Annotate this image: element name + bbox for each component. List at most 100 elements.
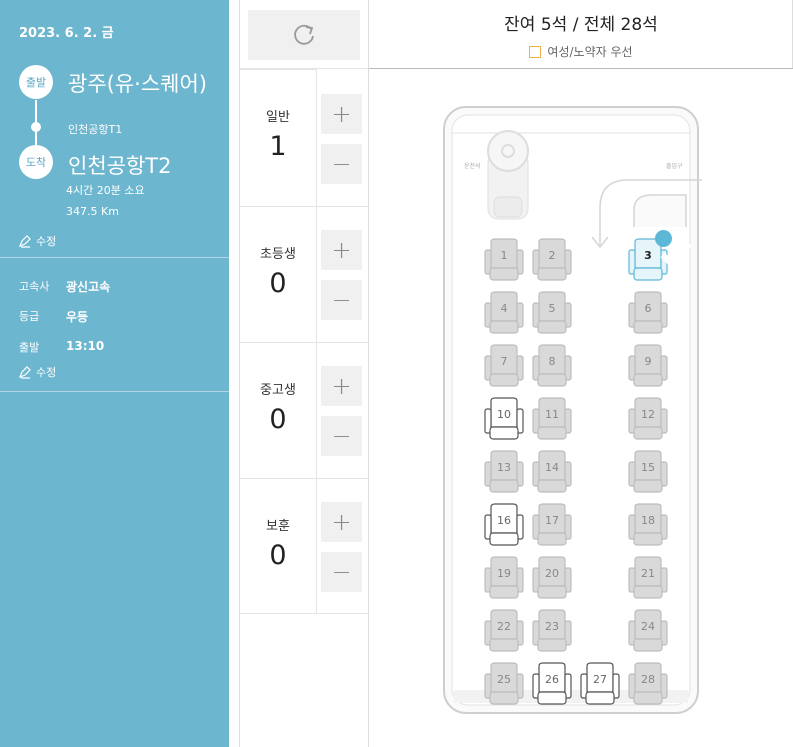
column-divider: [316, 68, 317, 613]
refresh-button[interactable]: [248, 10, 360, 60]
trip-sidebar: 2023. 6. 2. 금 출발 광주(유·스퀘어) 인천공항T1 도착 인천공…: [0, 0, 229, 747]
seat-2: 2: [531, 238, 573, 284]
column-divider: [368, 0, 369, 747]
company-label: 고속사: [19, 280, 50, 293]
elementary-plus-button[interactable]: +: [321, 230, 362, 270]
time-row: 출발 13:10: [19, 339, 104, 355]
seat-25: 25: [483, 662, 525, 708]
seat-18: 18: [627, 503, 669, 549]
row-divider: [316, 478, 368, 479]
trip-duration: 4시간 20분 소요: [66, 184, 145, 197]
seat-11: 11: [531, 397, 573, 443]
row-divider: [316, 613, 368, 614]
sidebar-divider: [0, 257, 229, 258]
seat-number: 18: [641, 514, 655, 527]
header-divider: [369, 68, 793, 69]
general-minus-button[interactable]: −: [321, 144, 362, 184]
seat-number: 28: [641, 673, 655, 686]
passenger-type-label: 일반: [266, 110, 290, 125]
seat-number: 23: [545, 620, 559, 633]
seat-number: 10: [497, 408, 511, 421]
seat-summary: 잔여 5석 / 전체 28석: [504, 15, 658, 35]
seat-number: 14: [545, 461, 559, 474]
seat-1: 1: [483, 238, 525, 284]
seat-27[interactable]: 27: [579, 662, 621, 708]
company-value: 광신고속: [66, 280, 111, 294]
seat-4: 4: [483, 291, 525, 337]
secondary-plus-button[interactable]: +: [321, 366, 362, 406]
seat-number: 7: [500, 355, 508, 368]
priority-legend-label: 여성/노약자 우선: [547, 45, 633, 59]
priority-legend-swatch: [529, 45, 542, 58]
general-plus-button[interactable]: +: [321, 94, 362, 134]
seat-15: 15: [627, 450, 669, 496]
secondary-minus-button[interactable]: −: [321, 416, 362, 456]
seat-number: 12: [641, 408, 655, 421]
seat-number: 6: [644, 302, 652, 315]
sidebar-divider: [0, 391, 229, 392]
veteran-plus-button[interactable]: +: [321, 502, 362, 542]
row-divider: [316, 342, 368, 343]
seat-23: 23: [531, 609, 573, 655]
passenger-count: 0: [269, 540, 287, 571]
time-value: 13:10: [66, 339, 105, 353]
seat-number: 24: [641, 620, 655, 633]
seat-9: 9: [627, 344, 669, 390]
bus-seat-map: 운전석 출입구 1 2 3 4 5 6 7 8 9 10 11 12 13 14 15 16 17 18 19 20 2…: [440, 105, 702, 717]
departure-terminal: 광주(유·스퀘어): [68, 72, 207, 96]
seat-number: 4: [500, 302, 508, 315]
seat-number: 9: [644, 355, 652, 368]
grade-row: 등급 우등: [19, 308, 88, 325]
seat-number: 17: [545, 514, 559, 527]
edit-route-link[interactable]: 수정: [18, 233, 56, 249]
passenger-row-general: 일반 1: [240, 69, 316, 206]
seat-20: 20: [531, 556, 573, 602]
selected-check-icon: [655, 230, 692, 270]
driver-seat-label: 운전석: [464, 163, 481, 170]
passenger-row-secondary: 중고생 0: [240, 342, 316, 478]
seat-10[interactable]: 10: [483, 397, 525, 443]
seat-number: 1: [500, 249, 508, 262]
seat-17: 17: [531, 503, 573, 549]
passenger-row-veteran: 보훈 0: [240, 478, 316, 614]
passenger-count: 1: [269, 131, 287, 162]
passenger-count: 0: [269, 404, 287, 435]
seat-21: 21: [627, 556, 669, 602]
seat-number: 19: [497, 567, 511, 580]
seat-number: 8: [548, 355, 556, 368]
seat-number: 15: [641, 461, 655, 474]
door-label: 출입구: [666, 163, 683, 170]
seat-number: 5: [548, 302, 556, 315]
seat-8: 8: [531, 344, 573, 390]
trip-date: 2023. 6. 2. 금: [19, 26, 114, 41]
seat-number: 27: [593, 673, 607, 686]
via-dot: [31, 122, 41, 132]
passenger-type-label: 초등생: [260, 247, 296, 262]
seat-7: 7: [483, 344, 525, 390]
via-terminal: 인천공항T1: [68, 123, 123, 136]
seat-13: 13: [483, 450, 525, 496]
passenger-type-label: 보훈: [266, 519, 290, 534]
elementary-minus-button[interactable]: −: [321, 280, 362, 320]
pencil-icon: [18, 235, 31, 248]
seat-19: 19: [483, 556, 525, 602]
seat-number: 2: [548, 249, 556, 262]
seat-number: 26: [545, 673, 559, 686]
time-label: 출발: [19, 341, 40, 354]
priority-legend: 여성/노약자 우선: [369, 43, 793, 60]
seat-12: 12: [627, 397, 669, 443]
seat-number: 20: [545, 567, 559, 580]
seat-24: 24: [627, 609, 669, 655]
seat-5: 5: [531, 291, 573, 337]
seat-28: 28: [627, 662, 669, 708]
seat-3[interactable]: 3: [627, 230, 692, 284]
seat-16[interactable]: 16: [483, 503, 525, 549]
veteran-minus-button[interactable]: −: [321, 552, 362, 592]
seat-number: 11: [545, 408, 559, 421]
edit-bus-link[interactable]: 수정: [18, 364, 56, 380]
pencil-icon: [18, 366, 31, 379]
seat-26[interactable]: 26: [531, 662, 573, 708]
seat-6: 6: [627, 291, 669, 337]
grade-label: 등급: [19, 310, 40, 323]
arrival-badge: 도착: [19, 145, 53, 179]
